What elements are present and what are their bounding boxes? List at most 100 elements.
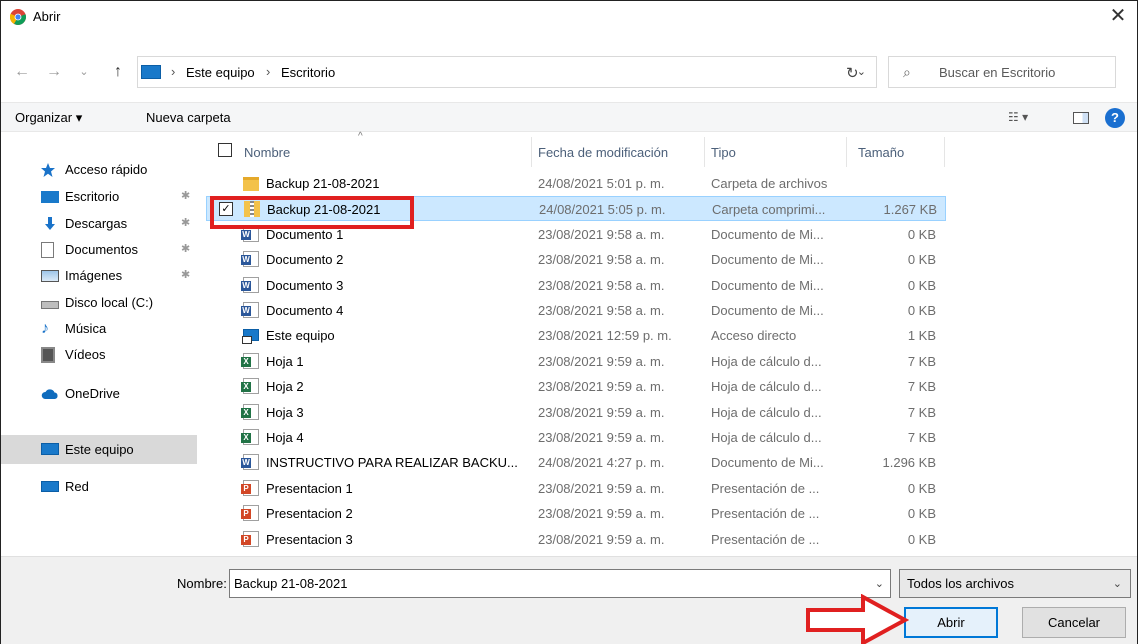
star-icon: [41, 163, 55, 177]
file-name-area: Nombre: Backup 21-08-2021 ⌄ Todos los ar…: [1, 556, 1137, 644]
chevron-down-icon[interactable]: ⌄: [1113, 577, 1122, 590]
change-view-icon[interactable]: ☷ ▾: [1008, 110, 1028, 124]
file-row[interactable]: Documento 4 23/08/2021 9:58 a. m. Document…: [206, 298, 946, 323]
sidebar-item-label: Descargas: [65, 216, 128, 231]
file-row[interactable]: Hoja 4 23/08/2021 9:59 a. m. Hoja de cálcu…: [206, 425, 946, 450]
search-input[interactable]: Buscar en Escritorio: [939, 65, 1055, 80]
column-divider[interactable]: [846, 137, 847, 167]
file-row[interactable]: Documento 2 23/08/2021 9:58 a. m. Document…: [206, 247, 946, 272]
file-row[interactable]: Presentacion 3 23/08/2021 9:59 a. m. Prese…: [206, 527, 946, 552]
pin-icon[interactable]: ✱: [181, 189, 190, 202]
file-row[interactable]: Hoja 3 23/08/2021 9:59 a. m. Hoja de cálcu…: [206, 400, 946, 425]
file-row[interactable]: Backup 21-08-2021 24/08/2021 5:01 p. m. Ca…: [206, 171, 946, 196]
computer-icon: [141, 65, 161, 79]
file-row[interactable]: Este equipo 23/08/2021 12:59 p. m. Acceso …: [206, 323, 946, 348]
column-divider[interactable]: [944, 137, 945, 167]
sort-ascending-icon: ^: [358, 131, 363, 142]
file-name-value[interactable]: Backup 21-08-2021: [234, 576, 347, 591]
file-row[interactable]: Presentacion 2 23/08/2021 9:59 a. m. Prese…: [206, 501, 946, 526]
sidebar-item-red[interactable]: Red: [1, 474, 197, 500]
forward-icon[interactable]: →: [45, 63, 63, 81]
sidebar-item-documentos[interactable]: Documentos ✱: [1, 237, 197, 263]
sidebar-item-label: Vídeos: [65, 347, 106, 362]
command-toolbar: Organizar ▾ Nueva carpeta ☷ ▾ ?: [1, 102, 1137, 132]
chevron-down-icon[interactable]: ⌄: [875, 577, 884, 590]
column-divider[interactable]: [704, 137, 705, 167]
file-row[interactable]: Presentacion 1 23/08/2021 9:59 a. m. Prese…: [206, 476, 946, 501]
column-divider[interactable]: [531, 137, 532, 167]
sidebar-item-imagenes[interactable]: Imágenes ✱: [1, 263, 197, 289]
file-row[interactable]: Documento 3 23/08/2021 9:58 a. m. Document…: [206, 273, 946, 298]
column-header-date[interactable]: Fecha de modificación: [538, 145, 668, 160]
file-date: 24/08/2021 5:01 p. m.: [538, 176, 665, 191]
pin-icon[interactable]: ✱: [181, 242, 190, 255]
file-row[interactable]: Hoja 2 23/08/2021 9:59 a. m. Hoja de cálcu…: [206, 374, 946, 399]
file-size: 0 KB: [907, 303, 936, 318]
word-icon: [241, 251, 259, 268]
file-date: 23/08/2021 9:59 a. m.: [538, 480, 665, 496]
excel-icon: [241, 352, 259, 369]
pin-icon[interactable]: ✱: [181, 268, 190, 281]
search-box[interactable]: ⌕ Buscar en Escritorio: [888, 56, 1116, 88]
file-date: 23/08/2021 9:58 a. m.: [538, 277, 665, 293]
navigation-pane: Acceso rápido Escritorio ✱ Descargas ✱ D…: [1, 133, 201, 553]
sidebar-item-este-equipo[interactable]: Este equipo: [1, 435, 197, 464]
file-name: INSTRUCTIVO PARA REALIZAR BACKU...: [266, 455, 518, 471]
file-date: 23/08/2021 9:58 a. m.: [538, 303, 665, 318]
sidebar-item-label: Red: [65, 479, 89, 494]
file-row[interactable]: Hoja 1 23/08/2021 9:59 a. m. Hoja de cálcu…: [206, 349, 946, 374]
file-name-field[interactable]: Backup 21-08-2021 ⌄: [229, 569, 891, 598]
file-date: 24/08/2021 5:05 p. m.: [539, 202, 666, 218]
pictures-icon: [41, 270, 59, 282]
breadcrumb-este-equipo[interactable]: Este equipo: [186, 65, 255, 80]
recent-locations-icon[interactable]: ⌄: [75, 63, 93, 81]
file-name: Hoja 3: [266, 404, 304, 420]
sidebar-item-escritorio[interactable]: Escritorio ✱: [1, 184, 197, 210]
file-name: Este equipo: [266, 328, 335, 344]
file-type: Acceso directo: [711, 328, 797, 344]
file-name: Documento 1: [266, 226, 344, 242]
pin-icon[interactable]: ✱: [181, 216, 190, 229]
desktop-icon: [41, 191, 59, 203]
file-type: Documento de Mi...: [711, 252, 824, 268]
file-date: 23/08/2021 9:59 a. m.: [538, 531, 665, 547]
sidebar-item-label: Música: [65, 321, 107, 336]
sidebar-item-descargas[interactable]: Descargas ✱: [1, 211, 197, 237]
file-type: Hoja de cálculo d...: [711, 353, 822, 369]
organize-menu[interactable]: Organizar ▾: [15, 110, 82, 126]
file-type: Hoja de cálculo d...: [711, 404, 822, 420]
refresh-icon[interactable]: ↻: [846, 64, 859, 82]
file-date: 24/08/2021 4:27 p. m.: [538, 455, 665, 471]
breadcrumb-escritorio[interactable]: Escritorio: [281, 65, 335, 80]
up-folder-icon[interactable]: ↑: [109, 63, 127, 81]
select-all-checkbox[interactable]: [218, 143, 232, 157]
preview-pane-icon[interactable]: [1073, 112, 1089, 124]
powerpoint-icon: [241, 479, 259, 496]
file-date: 23/08/2021 9:59 a. m.: [538, 506, 665, 522]
cancel-button[interactable]: Cancelar: [1022, 607, 1126, 638]
sidebar-item-disco-local[interactable]: Disco local (C:): [1, 290, 197, 316]
file-type-filter[interactable]: Todos los archivos ⌄: [899, 569, 1131, 598]
file-date: 23/08/2021 9:58 a. m.: [538, 226, 665, 242]
sidebar-item-label: Imágenes: [65, 268, 123, 283]
new-folder-button[interactable]: Nueva carpeta: [146, 110, 231, 125]
sidebar-item-acceso-rapido[interactable]: Acceso rápido: [1, 157, 197, 183]
column-header-type[interactable]: Tipo: [711, 145, 736, 160]
sidebar-item-videos[interactable]: Vídeos: [1, 342, 197, 368]
column-header-size[interactable]: Tamaño: [858, 145, 904, 160]
word-icon: [241, 302, 259, 318]
file-row[interactable]: INSTRUCTIVO PARA REALIZAR BACKU... 24/08/…: [206, 450, 946, 475]
back-icon[interactable]: ←: [13, 63, 31, 81]
column-header-name[interactable]: Nombre: [244, 145, 290, 160]
sidebar-item-musica[interactable]: ♪ Música: [1, 316, 197, 342]
help-icon[interactable]: ?: [1105, 108, 1125, 128]
powerpoint-icon: [241, 530, 259, 547]
file-date: 23/08/2021 9:59 a. m.: [538, 379, 665, 395]
file-type: Presentación de ...: [711, 480, 820, 496]
close-icon[interactable]: ✕: [1107, 5, 1129, 27]
address-bar[interactable]: › Este equipo › Escritorio ⌄: [137, 56, 877, 88]
file-date: 23/08/2021 9:58 a. m.: [538, 252, 665, 268]
open-button[interactable]: Abrir: [904, 607, 998, 638]
sidebar-item-onedrive[interactable]: OneDrive: [1, 381, 197, 407]
sidebar-item-label: OneDrive: [65, 386, 120, 401]
